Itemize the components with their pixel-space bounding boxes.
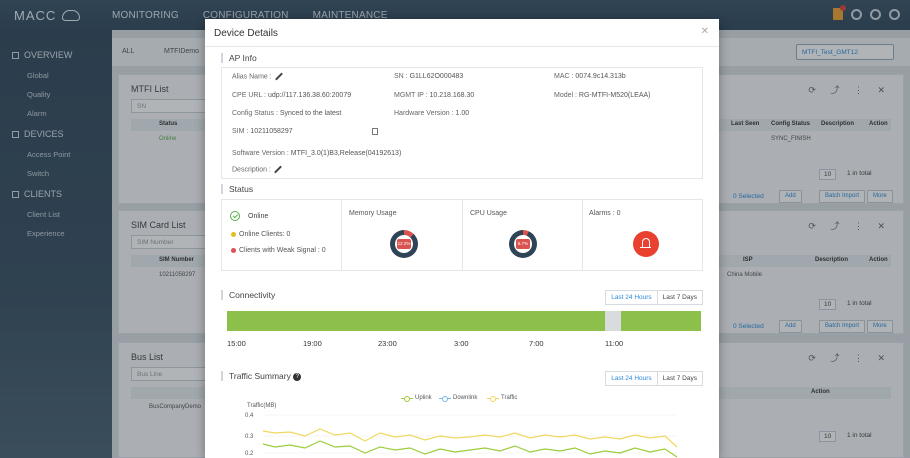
conn-tick: 11:00 — [605, 339, 624, 348]
connectivity-title: Connectivity — [221, 290, 275, 300]
legend-downlink[interactable]: Downlink — [439, 395, 478, 402]
sn-value: G1LL62O000483 — [409, 73, 464, 80]
legend-label: Uplink — [415, 395, 432, 401]
ap-info-title: AP Info — [221, 53, 257, 63]
bell-icon[interactable] — [633, 231, 659, 257]
config-value: Synced to the latest — [279, 110, 342, 117]
conn-tick: 15:00 — [227, 339, 246, 348]
traffic-summary-title: Traffic Summary ? — [221, 371, 302, 381]
traffic-legend-icon — [487, 395, 499, 402]
traffic-range-tabs: Last 24 Hours Last 7 Days — [605, 371, 703, 386]
conn-tick: 7:00 — [529, 339, 544, 348]
status-box: Online Online Clients: 0 Clients with We… — [221, 199, 703, 271]
cpu-label: CPU Usage — [470, 210, 507, 217]
weak-clients-dot — [231, 248, 236, 253]
tab-last-7-days[interactable]: Last 7 Days — [657, 372, 702, 385]
sw-label: Software Version : — [232, 150, 289, 157]
memory-column: Memory Usage 12.2% — [342, 200, 463, 270]
mac-value: 0074.9c14.313b — [575, 73, 626, 80]
tab-last-24-hours[interactable]: Last 24 Hours — [606, 291, 658, 304]
edit-alias-icon[interactable] — [275, 73, 282, 80]
legend-uplink[interactable]: Uplink — [401, 395, 432, 402]
tab-last-7-days[interactable]: Last 7 Days — [657, 291, 702, 304]
memory-label: Memory Usage — [349, 210, 397, 217]
traffic-line — [262, 428, 678, 448]
sim-value: 10211058297 — [250, 128, 293, 135]
close-icon[interactable]: ✕ — [701, 26, 709, 37]
description-field: Description : — [232, 166, 281, 173]
check-circle-icon — [230, 211, 240, 221]
software-version-field: Software Version : MTFI_3.0(1)B3,Release… — [232, 150, 401, 157]
alarms-label: Alarms : 0 — [589, 210, 621, 217]
config-status-field: Config Status : Synced to the latest — [232, 110, 341, 117]
mgmt-ip-field: MGMT IP : 10.218.168.30 — [394, 92, 474, 99]
cpe-label: CPE URL : — [232, 92, 266, 99]
uplink-legend-icon — [401, 395, 413, 402]
sw-value: MTFI_3.0(1)B3,Release(04192613) — [290, 150, 402, 157]
connectivity-gap — [605, 311, 621, 331]
alarms-column: Alarms : 0 — [583, 200, 703, 270]
online-label: Online — [248, 213, 269, 220]
cpu-donut: 6.7% — [509, 230, 537, 258]
downlink-legend-icon — [439, 395, 451, 402]
help-icon[interactable]: ? — [293, 372, 302, 381]
sn-label: SN : — [394, 73, 408, 80]
mac-field: MAC : 0074.9c14.313b — [554, 73, 626, 80]
y-tick: 0.4 — [245, 413, 254, 419]
online-clients-dot — [231, 232, 236, 237]
status-title: Status — [221, 184, 253, 194]
desc-label: Description : — [232, 166, 271, 174]
ap-info-box: Alias Name : SN : G1LL62O000483 MAC : 00… — [221, 67, 703, 179]
online-column: Online Online Clients: 0 Clients with We… — [222, 200, 342, 270]
y-tick: 0.3 — [245, 434, 254, 440]
memory-percent: 12.2% — [397, 239, 411, 249]
modal-title: Device Details — [214, 28, 278, 39]
hw-value: 1.00 — [455, 110, 470, 117]
config-label: Config Status : — [232, 110, 278, 117]
bell-glyph — [640, 238, 651, 248]
online-clients-text: Online Clients: 0 — [239, 231, 291, 238]
connectivity-bar — [227, 311, 701, 331]
model-field: Model : RG-MTFI-M520(LEAA) — [554, 92, 650, 99]
conn-tick: 19:00 — [303, 339, 322, 348]
alias-label: Alias Name : — [232, 73, 272, 81]
y-tick: 0.2 — [245, 451, 254, 457]
hw-label: Hardware Version : — [394, 110, 454, 117]
cpu-column: CPU Usage 6.7% — [463, 200, 583, 270]
divider — [205, 46, 719, 47]
legend-traffic[interactable]: Traffic — [487, 395, 518, 402]
traffic-chart: 0.4 0.3 0.2 — [245, 413, 678, 458]
cpu-percent: 6.7% — [516, 239, 530, 249]
legend-label: Traffic — [501, 395, 518, 401]
legend-label: Downlink — [453, 395, 478, 401]
mac-label: MAC : — [554, 73, 574, 80]
sim-label: SIM : — [232, 128, 249, 135]
uplink-line — [262, 440, 678, 458]
traffic-title-text: Traffic Summary — [229, 371, 291, 381]
mgmt-value: 10.218.168.30 — [429, 92, 475, 99]
device-details-modal: Device Details ✕ AP Info Alias Name : SN… — [205, 19, 719, 458]
connectivity-range-tabs: Last 24 Hours Last 7 Days — [605, 290, 703, 305]
mgmt-label: MGMT IP : — [394, 92, 428, 99]
model-label: Model : — [554, 92, 577, 99]
weak-clients-text: Clients with Weak Signal : 0 — [239, 247, 326, 254]
memory-donut: 12.2% — [390, 230, 418, 258]
traffic-y-label: Traffic(MB) — [247, 403, 277, 409]
copy-icon[interactable] — [372, 128, 378, 135]
tab-last-24-hours[interactable]: Last 24 Hours — [606, 372, 658, 385]
model-value: RG-MTFI-M520(LEAA) — [578, 92, 651, 99]
edit-description-icon[interactable] — [274, 166, 281, 173]
sim-field: SIM : 10211058297 — [232, 128, 293, 135]
hardware-version-field: Hardware Version : 1.00 — [394, 110, 469, 117]
cpe-url-field: CPE URL : udp://117.136.38.60:20079 — [232, 92, 351, 99]
sn-field: SN : G1LL62O000483 — [394, 73, 463, 80]
alias-field: Alias Name : — [232, 73, 282, 80]
conn-tick: 3:00 — [454, 339, 469, 348]
conn-tick: 23:00 — [378, 339, 397, 348]
cpe-value: udp://117.136.38.60:20079 — [267, 92, 352, 99]
